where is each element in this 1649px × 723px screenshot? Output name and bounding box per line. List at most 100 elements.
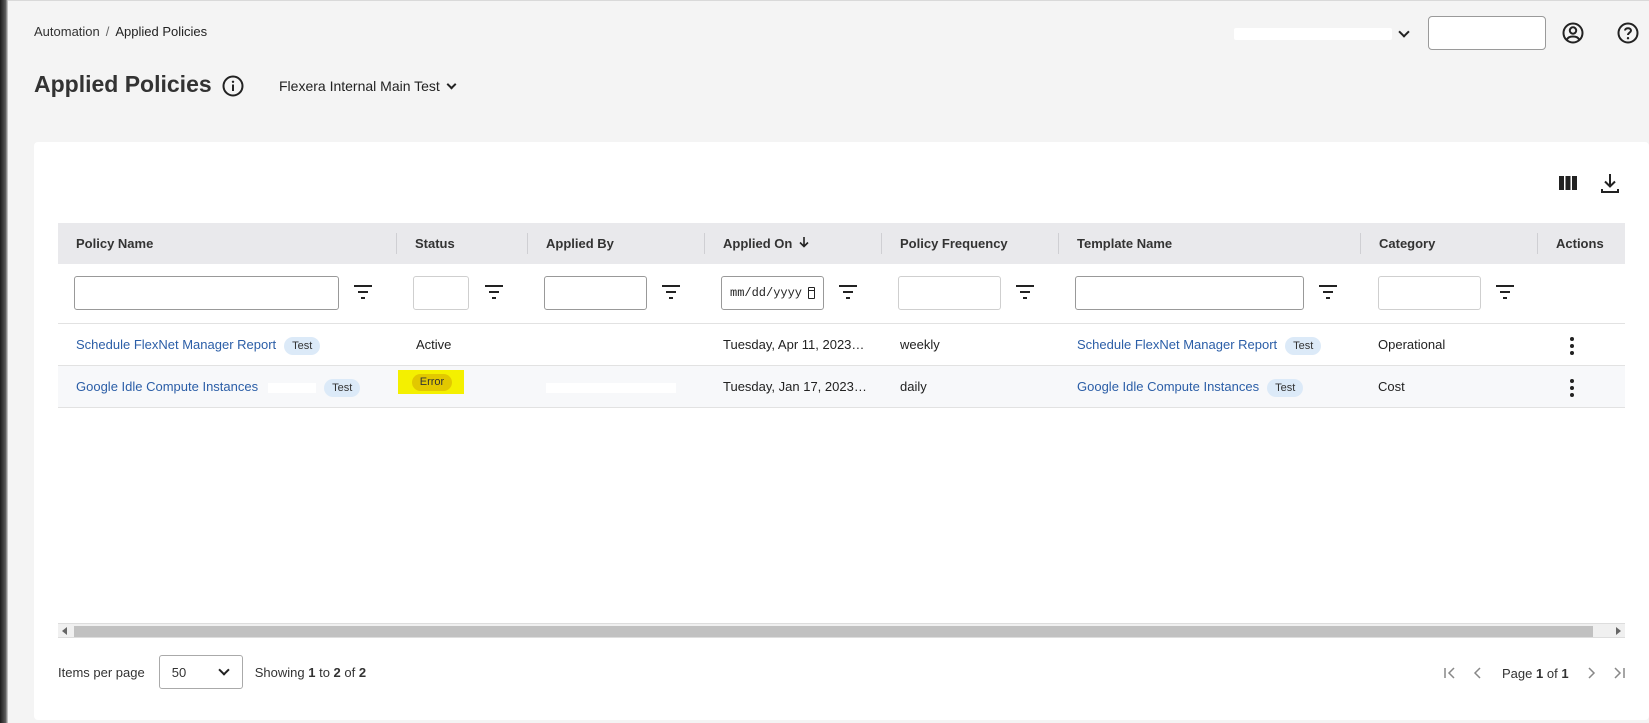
filter-icon[interactable] — [353, 283, 373, 301]
table-row: Schedule FlexNet Manager Report Test Acti… — [58, 324, 1625, 366]
category-cell: Cost — [1378, 379, 1405, 394]
chevron-down-icon — [218, 664, 230, 676]
column-header-status[interactable]: Status — [397, 223, 528, 264]
template-name-link[interactable]: Schedule FlexNet Manager Report — [1077, 337, 1277, 352]
org-selector-label: Flexera Internal Main Test — [279, 78, 440, 94]
user-icon[interactable] — [1562, 22, 1584, 44]
policies-table: Policy Name Status Applied By Applied On… — [58, 223, 1625, 408]
policy-name-link[interactable]: Schedule FlexNet Manager Report — [76, 337, 276, 352]
filter-icon[interactable] — [661, 283, 681, 301]
applied-by-cell — [546, 366, 676, 408]
policy-name-cell: Google Idle Compute Instances Test — [76, 366, 361, 408]
page-word: Page — [1502, 665, 1533, 681]
frequency-filter-input[interactable] — [898, 276, 1001, 310]
frequency-cell: weekly — [900, 337, 940, 352]
column-header-policy-frequency[interactable]: Policy Frequency — [882, 223, 1059, 264]
scroll-left-icon[interactable] — [62, 627, 67, 635]
column-header-policy-name[interactable]: Policy Name — [58, 223, 397, 264]
filter-row: mm/dd/yyyy — [58, 264, 1625, 324]
window-edge — [0, 0, 8, 723]
horizontal-scrollbar[interactable] — [58, 623, 1625, 638]
row-actions-kebab-icon[interactable] — [1570, 337, 1574, 355]
test-tag: Test — [324, 378, 361, 397]
last-page-icon[interactable] — [1611, 665, 1627, 681]
table-row: Google Idle Compute Instances Test Error … — [58, 366, 1625, 408]
scroll-right-icon[interactable] — [1616, 627, 1621, 635]
policy-name-filter-input[interactable] — [74, 276, 339, 310]
template-name-link[interactable]: Google Idle Compute Instances — [1077, 379, 1259, 394]
column-header-actions: Actions — [1538, 223, 1625, 264]
filter-icon[interactable] — [838, 283, 858, 301]
org-selector[interactable]: Flexera Internal Main Test — [279, 78, 457, 94]
row-actions-kebab-icon[interactable] — [1570, 379, 1574, 397]
category-filter-input[interactable] — [1378, 276, 1481, 310]
column-header-label: Applied On — [723, 236, 793, 251]
applied-by-value — [546, 382, 676, 393]
showing-total: 2 — [358, 664, 367, 680]
download-icon[interactable] — [1599, 172, 1621, 194]
column-header-label: Category — [1379, 236, 1436, 251]
status-error-label: Error — [412, 374, 452, 391]
scrollbar-thumb[interactable] — [74, 626, 1593, 637]
prev-page-icon[interactable] — [1470, 665, 1486, 681]
breadcrumb: Automation / Applied Policies — [34, 24, 207, 39]
total-pages: 1 — [1561, 665, 1569, 681]
column-header-applied-on[interactable]: Applied On — [705, 223, 882, 264]
showing-from: 1 — [308, 664, 316, 680]
redacted-text — [268, 382, 317, 393]
current-page: 1 — [1536, 665, 1544, 681]
column-header-label: Status — [415, 236, 455, 251]
showing-to: 2 — [333, 664, 341, 680]
filter-icon[interactable] — [1015, 283, 1035, 301]
applied-on-cell: Tuesday, Apr 11, 2023… — [723, 337, 865, 352]
top-divider — [8, 0, 1649, 1]
column-header-template-name[interactable]: Template Name — [1059, 223, 1361, 264]
next-page-icon[interactable] — [1583, 665, 1599, 681]
category-cell: Operational — [1378, 337, 1446, 352]
test-tag: Test — [1285, 336, 1322, 355]
breadcrumb-current: Applied Policies — [115, 24, 208, 39]
first-page-icon[interactable] — [1442, 665, 1458, 681]
account-name-redacted — [1234, 28, 1392, 40]
calendar-icon[interactable] — [808, 287, 815, 299]
breadcrumb-separator: / — [105, 24, 110, 39]
column-header-category[interactable]: Category — [1361, 223, 1538, 264]
policy-name-link[interactable]: Google Idle Compute Instances — [76, 379, 258, 394]
status-cell: Active — [416, 337, 452, 352]
showing-range: Showing 1 to 2 of 2 — [255, 665, 366, 680]
test-tag: Test — [284, 336, 321, 355]
table-header: Policy Name Status Applied By Applied On… — [58, 223, 1625, 264]
filter-icon[interactable] — [484, 283, 504, 301]
items-per-page-select[interactable]: 50 — [158, 655, 243, 689]
filter-icon[interactable] — [1495, 283, 1515, 301]
column-header-label: Actions — [1556, 236, 1604, 251]
column-header-label: Policy Name — [76, 236, 154, 251]
frequency-cell: daily — [900, 379, 927, 394]
template-name-cell: Google Idle Compute Instances Test — [1077, 366, 1304, 408]
applied-by-filter-input[interactable] — [544, 276, 647, 310]
test-tag: Test — [1267, 378, 1304, 397]
applied-on-cell: Tuesday, Jan 17, 2023… — [723, 379, 867, 394]
applied-by-value — [546, 340, 676, 351]
showing-of-word: of — [344, 664, 356, 680]
chevron-down-icon — [1398, 26, 1410, 38]
status-badge: Error — [398, 370, 464, 394]
column-header-label: Applied By — [546, 236, 614, 251]
template-name-filter-input[interactable] — [1075, 276, 1304, 310]
date-placeholder: mm/dd/yyyy — [730, 286, 803, 300]
page-indicator: Page 1 of 1 — [1502, 665, 1569, 681]
breadcrumb-automation-link[interactable]: Automation — [34, 24, 100, 39]
items-per-page-label: Items per page — [58, 664, 145, 680]
help-icon[interactable] — [1617, 22, 1639, 44]
column-header-label: Policy Frequency — [900, 236, 1008, 251]
items-per-page-value: 50 — [171, 664, 187, 680]
column-header-applied-by[interactable]: Applied By — [528, 223, 705, 264]
chevron-down-icon — [446, 79, 457, 89]
columns-icon[interactable] — [1558, 174, 1578, 192]
applied-on-date-input[interactable]: mm/dd/yyyy — [721, 276, 824, 310]
filter-icon[interactable] — [1318, 283, 1338, 301]
header-action-button[interactable] — [1428, 16, 1546, 50]
info-icon[interactable] — [222, 75, 244, 97]
status-filter-input[interactable] — [413, 276, 469, 310]
account-selector[interactable] — [1232, 25, 1410, 43]
